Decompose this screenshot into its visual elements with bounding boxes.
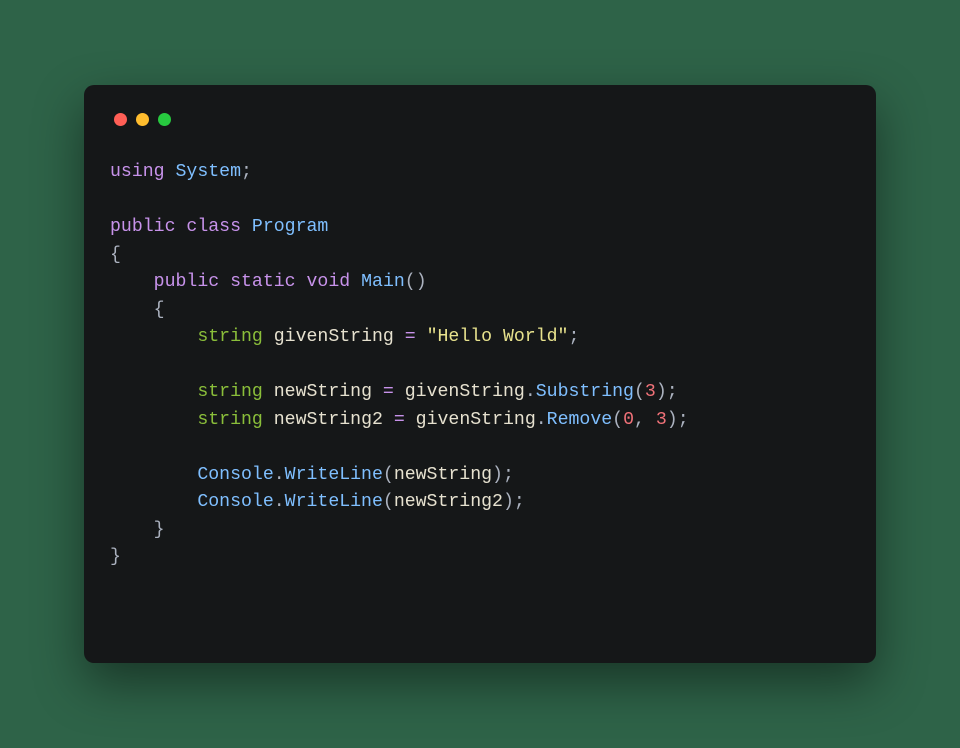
brace-close: }	[154, 520, 165, 540]
namespace-system: System	[176, 162, 242, 182]
class-name: Program	[252, 217, 328, 237]
keyword-class: class	[186, 217, 241, 237]
method-remove: Remove	[547, 410, 613, 430]
indent	[110, 300, 154, 320]
type-string: string	[197, 382, 263, 402]
arg-newString2: newString2	[394, 492, 503, 512]
type-string: string	[197, 410, 263, 430]
keyword-using: using	[110, 162, 165, 182]
punct-paren-open: (	[383, 492, 394, 512]
punct-semi: ;	[667, 382, 678, 402]
var-givenString: givenString	[416, 410, 536, 430]
method-substring: Substring	[536, 382, 634, 402]
var-newString: newString	[274, 382, 372, 402]
op-assign: =	[394, 410, 405, 430]
method-writeline: WriteLine	[285, 465, 383, 485]
arg-newString: newString	[394, 465, 492, 485]
punct-paren-close: )	[503, 492, 514, 512]
string-literal: "Hello World"	[427, 327, 569, 347]
var-givenString: givenString	[274, 327, 394, 347]
type-string: string	[197, 327, 263, 347]
zoom-icon[interactable]	[158, 113, 171, 126]
indent	[110, 272, 154, 292]
op-assign: =	[383, 382, 394, 402]
punct-semi: ;	[241, 162, 252, 182]
brace-open: {	[110, 245, 121, 265]
close-icon[interactable]	[114, 113, 127, 126]
indent	[110, 410, 197, 430]
number-literal: 3	[645, 382, 656, 402]
indent	[110, 382, 197, 402]
op-assign: =	[405, 327, 416, 347]
brace-close: }	[110, 547, 121, 567]
number-literal: 0	[623, 410, 634, 430]
punct-comma: ,	[634, 410, 656, 430]
method-main: Main	[361, 272, 405, 292]
code-block: using System; public class Program { pub…	[110, 159, 850, 572]
punct-dot: .	[274, 465, 285, 485]
window-titlebar	[110, 105, 850, 133]
punct-paren-close: )	[492, 465, 503, 485]
punct-semi: ;	[568, 327, 579, 347]
punct-semi: ;	[514, 492, 525, 512]
punct-dot: .	[274, 492, 285, 512]
punct-dot: .	[536, 410, 547, 430]
punct-paren-close: )	[656, 382, 667, 402]
punct-semi: ;	[678, 410, 689, 430]
indent	[110, 520, 154, 540]
code-window: using System; public class Program { pub…	[84, 85, 876, 663]
var-newString2: newString2	[274, 410, 383, 430]
keyword-public: public	[154, 272, 220, 292]
punct-parens: ()	[405, 272, 427, 292]
punct-paren-open: (	[383, 465, 394, 485]
indent	[110, 465, 197, 485]
class-console: Console	[197, 492, 273, 512]
punct-dot: .	[525, 382, 536, 402]
indent	[110, 327, 197, 347]
punct-paren-open: (	[612, 410, 623, 430]
minimize-icon[interactable]	[136, 113, 149, 126]
indent	[110, 492, 197, 512]
class-console: Console	[197, 465, 273, 485]
number-literal: 3	[656, 410, 667, 430]
keyword-public: public	[110, 217, 176, 237]
punct-paren-open: (	[634, 382, 645, 402]
method-writeline: WriteLine	[285, 492, 383, 512]
keyword-static: static	[230, 272, 296, 292]
keyword-void: void	[307, 272, 351, 292]
punct-semi: ;	[503, 465, 514, 485]
var-givenString: givenString	[405, 382, 525, 402]
brace-open: {	[154, 300, 165, 320]
punct-paren-close: )	[667, 410, 678, 430]
